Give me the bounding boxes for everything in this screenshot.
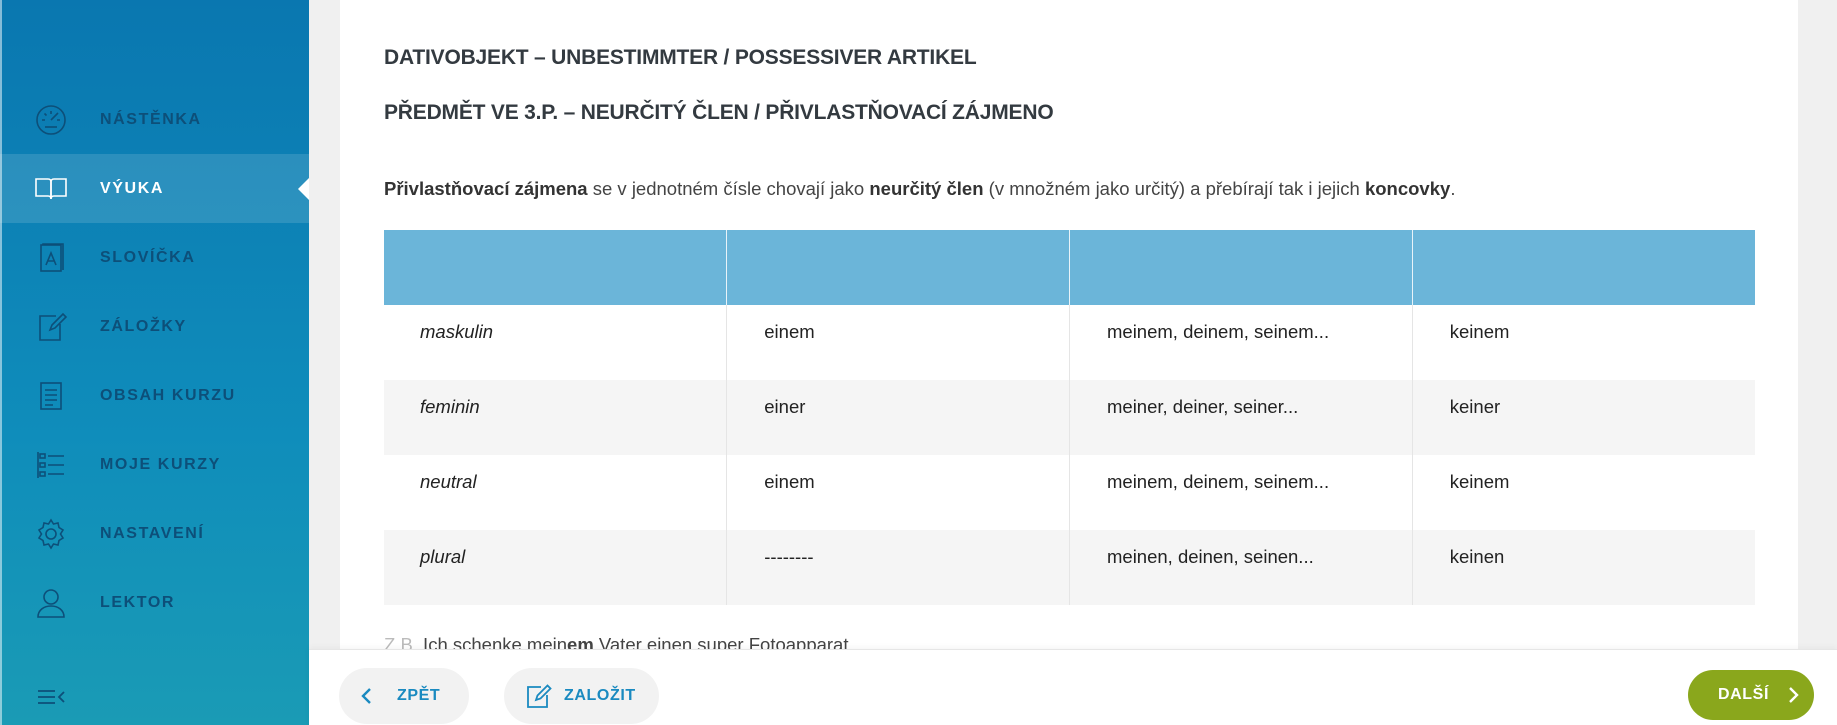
sidebar-item-label: LEKTOR: [100, 593, 176, 611]
intro-text: .: [1450, 178, 1456, 199]
bookmark-edit-icon: [34, 310, 68, 344]
back-button-label: ZPĚT: [397, 687, 441, 704]
sidebar-item-label: NASTAVENÍ: [100, 524, 205, 542]
collapse-menu-icon[interactable]: [36, 686, 66, 708]
sidebar-item-vyuka[interactable]: VÝUKA: [0, 154, 309, 223]
chevron-left-icon: [361, 688, 371, 704]
table-cell-possessive: meinen, deinen, seinen...: [1069, 530, 1413, 605]
back-button[interactable]: ZPĚT: [339, 668, 469, 724]
vocabulary-card-icon: [34, 241, 68, 275]
next-button[interactable]: DALŠÍ: [1688, 670, 1814, 720]
sidebar-item-label: VÝUKA: [100, 179, 165, 197]
table-cell-indefinite: einem: [726, 455, 1070, 530]
table-cell-possessive: meinem, deinem, seinem...: [1069, 305, 1413, 380]
sidebar-item-label: OBSAH KURZU: [100, 386, 236, 404]
sidebar-item-label: ZÁLOŽKY: [100, 317, 187, 335]
table-row: plural -------- meinen, deinen, seinen..…: [384, 530, 1755, 605]
bottom-action-bar: ZPĚT ZALOŽIT DALŠÍ: [309, 649, 1837, 725]
bookmark-button-label: ZALOŽIT: [564, 687, 636, 704]
document-list-icon: [34, 379, 68, 413]
sidebar-item-label: NÁSTĚNKA: [100, 110, 202, 128]
table-cell-indefinite: --------: [726, 530, 1070, 605]
table-cell-case: feminin: [384, 380, 728, 455]
table-cell-case: plural: [384, 530, 728, 605]
table-header-row: [384, 230, 1755, 305]
grammar-table: maskulin einem meinem, deinem, seinem...…: [384, 230, 1755, 605]
checklist-icon: [34, 448, 68, 482]
table-row: neutral einem meinem, deinem, seinem... …: [384, 455, 1755, 530]
intro-text: se v jednotném čísle chovají jako: [587, 178, 870, 199]
table-header-cell: [726, 230, 1070, 305]
intro-bold-term: Přivlastňovací zájmena: [384, 178, 588, 199]
sidebar-item-lektor[interactable]: LEKTOR: [0, 568, 309, 637]
intro-text: (v množném jako určitý) a přebírají tak …: [983, 178, 1365, 199]
table-cell-negative: keiner: [1412, 380, 1755, 455]
next-button-label: DALŠÍ: [1718, 686, 1769, 703]
table-cell-indefinite: einer: [726, 380, 1070, 455]
bookmark-edit-icon: [527, 684, 552, 708]
table-header-cell: [1412, 230, 1755, 305]
sidebar-item-nastenka[interactable]: NÁSTĚNKA: [0, 85, 309, 154]
sidebar-item-zalozky[interactable]: ZÁLOŽKY: [0, 292, 309, 361]
intro-bold-term: koncovky: [1364, 178, 1451, 199]
intro-bold-term: neurčitý člen: [869, 178, 984, 199]
sidebar-item-slovicka[interactable]: SLOVÍČKA: [0, 223, 309, 292]
lesson-content: DATIVOBJEKT – UNBESTIMMTER / POSSESSIVER…: [340, 0, 1798, 725]
table-cell-possessive: meiner, deiner, seiner...: [1069, 380, 1413, 455]
table-header-cell: [384, 230, 728, 305]
sidebar-item-nastaveni[interactable]: NASTAVENÍ: [0, 499, 309, 568]
table-header-cell: [1069, 230, 1413, 305]
table-row: feminin einer meiner, deiner, seiner... …: [384, 380, 1755, 455]
table-cell-negative: keinen: [1412, 530, 1755, 605]
lesson-title-german: DATIVOBJEKT – UNBESTIMMTER / POSSESSIVER…: [384, 46, 977, 69]
gear-icon: [34, 517, 68, 551]
sidebar-item-label: MOJE KURZY: [100, 455, 221, 473]
chevron-right-icon: [1789, 687, 1799, 703]
table-cell-case: maskulin: [384, 305, 728, 380]
intro-paragraph: Přivlastňovací zájmena se v jednotném čí…: [384, 178, 1455, 200]
bookmark-button[interactable]: ZALOŽIT: [504, 668, 659, 724]
sidebar-nav: NÁSTĚNKA VÝUKA SLOVÍČKA ZÁLOŽKY OBSAH KU: [0, 85, 309, 637]
table-cell-case: neutral: [384, 455, 728, 530]
dashboard-gauge-icon: [34, 103, 68, 137]
table-cell-negative: keinem: [1449, 471, 1510, 492]
open-book-icon: [34, 172, 68, 206]
table-cell-indefinite: einem: [726, 305, 1070, 380]
table-cell-possessive: meinem, deinem, seinem...: [1069, 455, 1413, 530]
person-icon: [34, 586, 68, 620]
sidebar-item-label: SLOVÍČKA: [100, 248, 196, 266]
sidebar-item-obsah-kurzu[interactable]: OBSAH KURZU: [0, 361, 309, 430]
lesson-title-czech: PŘEDMĚT VE 3.P. – NEURČITÝ ČLEN / PŘIVLA…: [384, 101, 1054, 124]
sidebar: NÁSTĚNKA VÝUKA SLOVÍČKA ZÁLOŽKY OBSAH KU: [0, 0, 309, 725]
table-row: maskulin einem meinem, deinem, seinem...…: [384, 305, 1755, 380]
table-cell-negative: keinem: [1449, 321, 1510, 342]
sidebar-item-moje-kurzy[interactable]: MOJE KURZY: [0, 430, 309, 499]
